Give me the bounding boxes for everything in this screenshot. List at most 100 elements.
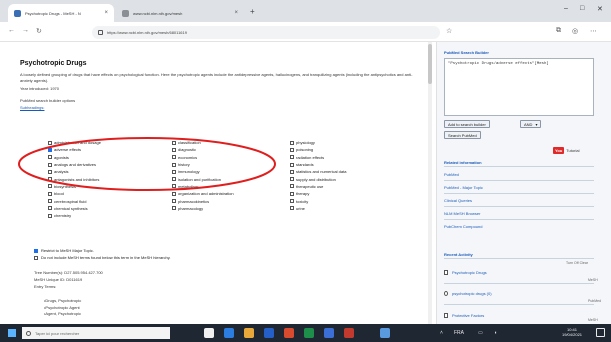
subheading-checkbox[interactable] — [290, 162, 294, 167]
subheading-option[interactable]: therapeutic use — [290, 183, 346, 190]
subheading-checkbox[interactable] — [48, 184, 52, 189]
reload-icon[interactable]: ↻ — [36, 27, 42, 35]
minimize-icon[interactable]: – — [564, 5, 568, 12]
taskbar-search-box[interactable]: Taper ici pour rechercher — [22, 327, 170, 339]
subheading-option[interactable]: antagonists and inhibitors — [48, 175, 101, 182]
subheading-checkbox[interactable] — [172, 169, 176, 174]
subheading-option[interactable]: isolation and purification — [172, 175, 234, 182]
subheading-option[interactable]: agonists — [48, 154, 101, 161]
subheading-checkbox[interactable] — [172, 206, 176, 211]
subheading-option[interactable]: therapy — [290, 190, 346, 197]
mail-icon[interactable] — [324, 328, 334, 338]
new-tab-plus-icon[interactable]: + — [250, 7, 255, 16]
more-menu-icon[interactable]: ⋯ — [590, 27, 597, 35]
notification-icon[interactable] — [596, 328, 605, 337]
related-link-pubmed[interactable]: PubMed — [444, 172, 459, 177]
subheading-option[interactable]: pharmacokinetics — [172, 197, 234, 204]
system-tray-chevron-icon[interactable]: ˄ — [440, 330, 443, 336]
back-arrow-icon[interactable]: ← — [8, 27, 15, 34]
do-not-explode-checkbox[interactable] — [34, 255, 38, 260]
subheading-checkbox[interactable] — [172, 177, 176, 182]
subheading-checkbox[interactable] — [172, 147, 176, 152]
file-explorer-icon[interactable] — [244, 328, 254, 338]
subheading-option[interactable]: chemistry — [48, 212, 101, 219]
subheading-option[interactable]: administration and dosage — [48, 139, 101, 146]
subheading-option[interactable]: adverse effects — [48, 146, 101, 153]
youtube-tutorial-link[interactable]: You Tutorial — [553, 147, 579, 154]
search-pubmed-button[interactable]: Search PubMed — [444, 131, 481, 139]
related-link-major-topic[interactable]: PubMed - Major Topic — [444, 185, 483, 190]
subheading-option[interactable]: cerebrospinal fluid — [48, 197, 101, 204]
subheading-option[interactable]: statistics and numerical data — [290, 168, 346, 175]
close-icon[interactable]: × — [234, 10, 238, 16]
tab-second[interactable]: www.ncbi.nlm.nih.gov/mesh × — [116, 4, 244, 22]
subheading-checkbox[interactable] — [290, 206, 294, 211]
maximize-icon[interactable]: □ — [580, 5, 584, 12]
subheading-checkbox[interactable] — [290, 147, 294, 152]
subheading-option[interactable]: toxicity — [290, 197, 346, 204]
subheading-option[interactable]: supply and distribution — [290, 175, 346, 182]
network-icon[interactable]: ▭ — [478, 330, 483, 336]
do-not-explode-option[interactable]: Do not include MeSH terms found below th… — [34, 255, 171, 260]
subheading-checkbox[interactable] — [48, 155, 52, 160]
subheading-option[interactable]: blood — [48, 190, 101, 197]
subheading-checkbox[interactable] — [172, 140, 176, 145]
forward-arrow-icon[interactable]: → — [22, 27, 29, 34]
subheading-checkbox[interactable] — [48, 206, 52, 211]
subheading-option[interactable]: classification — [172, 139, 234, 146]
recent-item[interactable]: Psychotropic Drugs — [444, 270, 487, 275]
subheading-checkbox[interactable] — [48, 147, 52, 152]
subheading-checkbox[interactable] — [172, 199, 176, 204]
subheading-option[interactable]: immunology — [172, 168, 234, 175]
subheading-option[interactable]: biosynthesis — [48, 183, 101, 190]
recent-item[interactable]: psychotropic drugs (0) — [444, 291, 492, 296]
subheading-option[interactable]: metabolism — [172, 183, 234, 190]
subheading-option[interactable]: radiation effects — [290, 154, 346, 161]
subheadings-link[interactable]: Subheadings: — [20, 105, 44, 110]
subheading-option[interactable]: diagnostic — [172, 146, 234, 153]
edge-browser-icon[interactable] — [224, 328, 234, 338]
subheading-option[interactable]: standards — [290, 161, 346, 168]
close-icon[interactable]: × — [104, 10, 108, 16]
subheading-checkbox[interactable] — [48, 140, 52, 145]
subheading-checkbox[interactable] — [290, 199, 294, 204]
subheading-checkbox[interactable] — [290, 169, 294, 174]
boolean-operator-select[interactable]: AND ▾ — [520, 120, 542, 128]
related-link-mesh-browser[interactable]: NLM MeSH Browser — [444, 211, 480, 216]
subheading-option[interactable]: physiology — [290, 139, 346, 146]
subheading-option[interactable]: urine — [290, 205, 346, 212]
task-view-icon[interactable] — [204, 328, 214, 338]
subheading-checkbox[interactable] — [48, 169, 52, 174]
taskbar-clock[interactable]: 10:41 19/04/2021 — [562, 327, 582, 337]
subheading-option[interactable]: analogs and derivatives — [48, 161, 101, 168]
subheading-option[interactable]: chemical synthesis — [48, 205, 101, 212]
language-indicator[interactable]: FRA — [454, 330, 464, 336]
recent-item[interactable]: Protective Factors — [444, 313, 484, 318]
app-icon[interactable] — [344, 328, 354, 338]
related-link-clinical-queries[interactable]: Clinical Queries — [444, 198, 472, 203]
profile-icon[interactable]: ◎ — [572, 27, 578, 35]
subheading-option[interactable]: analysis — [48, 168, 101, 175]
subheading-checkbox[interactable] — [172, 155, 176, 160]
subheading-checkbox[interactable] — [48, 177, 52, 182]
subheading-checkbox[interactable] — [290, 177, 294, 182]
subheading-checkbox[interactable] — [48, 162, 52, 167]
scrollbar[interactable] — [428, 42, 432, 324]
subheading-option[interactable]: pharmacology — [172, 205, 234, 212]
volume-icon[interactable]: ◖ — [494, 330, 497, 336]
subheading-option[interactable]: organization and administration — [172, 190, 234, 197]
subheading-checkbox[interactable] — [290, 140, 294, 145]
restrict-major-topic-option[interactable]: Restrict to MeSH Major Topic. — [34, 248, 94, 253]
close-window-icon[interactable]: ✕ — [597, 5, 603, 13]
word-icon[interactable] — [264, 328, 274, 338]
subheading-checkbox[interactable] — [172, 191, 176, 196]
subheading-option[interactable]: poisoning — [290, 146, 346, 153]
tab-psychotropic-drugs[interactable]: Psychotropic Drugs - MeSH - N × — [8, 4, 114, 22]
collections-icon[interactable]: ⧉ — [556, 27, 561, 35]
subheading-checkbox[interactable] — [172, 162, 176, 167]
subheading-checkbox[interactable] — [48, 191, 52, 196]
star-icon[interactable]: ☆ — [446, 27, 452, 35]
windows-start-icon[interactable] — [8, 329, 16, 337]
subheading-checkbox[interactable] — [290, 191, 294, 196]
related-link-pubchem[interactable]: PubChem Compound — [444, 224, 482, 229]
